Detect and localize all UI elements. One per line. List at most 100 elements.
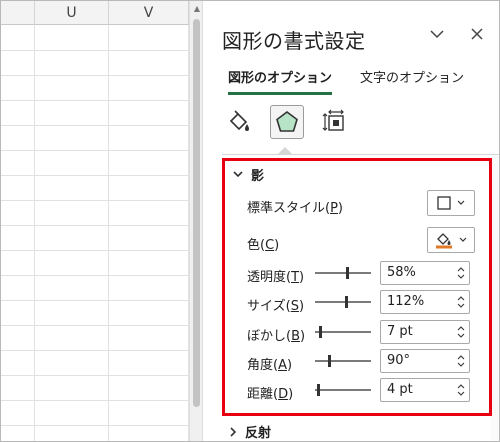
- shadow-section-title: 影: [251, 169, 265, 184]
- spin-arrows-icon[interactable]: [457, 324, 465, 340]
- distance-label: 距離(D): [247, 387, 294, 402]
- size-slider[interactable]: [315, 295, 371, 309]
- size-value[interactable]: 112%: [387, 294, 424, 309]
- angle-value[interactable]: 90°: [387, 353, 410, 368]
- spin-arrows-icon[interactable]: [457, 382, 465, 398]
- gridline: [1, 150, 189, 151]
- gridline: [1, 400, 189, 401]
- gridline: [1, 225, 189, 226]
- preset-row: 標準スタイル(P): [247, 197, 343, 216]
- slider-track: [315, 360, 371, 362]
- gridline: [1, 100, 189, 101]
- slider-thumb[interactable]: [319, 326, 322, 338]
- distance-row: 距離(D): [247, 383, 293, 402]
- gridline: [108, 25, 109, 441]
- size-row: サイズ(S): [247, 295, 304, 314]
- color-label: 色(C): [247, 238, 280, 253]
- column-header-prev[interactable]: [1, 1, 35, 25]
- blur-label: ぼかし(B): [247, 329, 306, 344]
- pane-options-button[interactable]: [426, 23, 448, 45]
- transparency-value[interactable]: 58%: [387, 265, 416, 280]
- tab-shape-options[interactable]: 図形のオプション: [228, 67, 333, 95]
- reflection-section-header[interactable]: 反射: [230, 422, 271, 441]
- option-category-icons: [222, 105, 352, 139]
- spin-arrows-icon[interactable]: [457, 294, 465, 310]
- slider-thumb[interactable]: [345, 296, 348, 308]
- chevron-right-icon: [230, 426, 237, 437]
- distance-spinner[interactable]: 4 pt: [380, 378, 470, 402]
- scrollbar-thumb[interactable]: [193, 19, 200, 407]
- transparency-spinner[interactable]: 58%: [380, 261, 470, 285]
- size-spinner[interactable]: 112%: [380, 290, 470, 314]
- paint-bucket-icon: [436, 233, 452, 249]
- blur-slider[interactable]: [315, 325, 371, 339]
- distance-value[interactable]: 4 pt: [387, 382, 413, 397]
- color-dropdown-button[interactable]: [427, 227, 475, 253]
- chevron-down-icon: [233, 171, 243, 178]
- reflection-section-title: 反射: [245, 426, 272, 441]
- format-shape-pane: 図形の書式設定 図形のオプション 文字のオプション 影 標準スタイル(P) 色(…: [204, 1, 499, 441]
- color-row: 色(C): [247, 234, 279, 253]
- shadow-section-header[interactable]: 影: [233, 165, 264, 184]
- sheet-vertical-scrollbar[interactable]: ▲: [189, 1, 203, 441]
- scroll-up-icon[interactable]: ▲: [193, 5, 201, 13]
- chevron-down-icon: [459, 237, 467, 242]
- gridline: [34, 25, 35, 441]
- blur-row: ぼかし(B): [247, 325, 305, 344]
- gridline: [1, 325, 189, 326]
- gridline: [1, 175, 189, 176]
- effects-pentagon-icon: [276, 111, 298, 132]
- pane-tabs: 図形のオプション 文字のオプション: [228, 67, 464, 95]
- column-header-u[interactable]: U: [35, 1, 109, 25]
- gridline: [1, 50, 189, 51]
- blur-value[interactable]: 7 pt: [387, 324, 413, 339]
- slider-thumb[interactable]: [317, 384, 320, 396]
- column-header-v[interactable]: V: [109, 1, 189, 25]
- gridline: [1, 350, 189, 351]
- spreadsheet-grid: U V: [1, 1, 189, 441]
- tab-text-options[interactable]: 文字のオプション: [360, 67, 464, 95]
- gridline: [1, 250, 189, 251]
- selected-category-pointer: [278, 147, 292, 154]
- chevron-down-icon: [457, 200, 465, 205]
- fill-line-button[interactable]: [222, 105, 256, 139]
- spin-arrows-icon[interactable]: [457, 265, 465, 281]
- slider-track: [315, 301, 371, 303]
- size-properties-button[interactable]: [318, 105, 352, 139]
- blur-spinner[interactable]: 7 pt: [380, 320, 470, 344]
- angle-slider[interactable]: [315, 354, 371, 368]
- app-window: U V ▲ 図形の書式設定 図形のオプション 文字のオプション 影 標準スタイル…: [0, 0, 500, 442]
- fill-line-icon: [229, 110, 249, 131]
- angle-spinner[interactable]: 90°: [380, 349, 470, 373]
- gridline: [1, 375, 189, 376]
- gridline: [1, 200, 189, 201]
- gridline: [1, 300, 189, 301]
- gridline: [1, 125, 189, 126]
- distance-slider[interactable]: [315, 383, 371, 397]
- pane-vertical-scrollbar[interactable]: [491, 155, 499, 441]
- slider-track: [315, 389, 371, 391]
- transparency-row: 透明度(T): [247, 266, 304, 285]
- close-icon: [471, 28, 483, 40]
- preset-dropdown-button[interactable]: [427, 190, 475, 216]
- spin-arrows-icon[interactable]: [457, 353, 465, 369]
- gridline: [1, 75, 189, 76]
- gridline: [1, 425, 189, 426]
- effects-button[interactable]: [270, 105, 304, 139]
- size-properties-icon: [322, 109, 344, 131]
- slider-thumb[interactable]: [346, 267, 349, 279]
- size-label: サイズ(S): [247, 299, 305, 314]
- close-pane-button[interactable]: [466, 23, 488, 45]
- preset-label: 標準スタイル(P): [247, 201, 343, 216]
- slider-track: [315, 272, 371, 274]
- slider-thumb[interactable]: [328, 355, 331, 367]
- transparency-slider[interactable]: [315, 266, 371, 280]
- angle-row: 角度(A): [247, 354, 292, 373]
- shadow-section: 影 標準スタイル(P) 色(C) 透明度(T) 58% サイズ(S) 112% …: [222, 158, 492, 416]
- pane-title: 図形の書式設定: [222, 29, 366, 53]
- gridline: [1, 275, 189, 276]
- angle-label: 角度(A): [247, 358, 293, 373]
- divider: [222, 154, 499, 155]
- transparency-label: 透明度(T): [247, 270, 305, 285]
- shadow-preset-icon: [437, 196, 451, 210]
